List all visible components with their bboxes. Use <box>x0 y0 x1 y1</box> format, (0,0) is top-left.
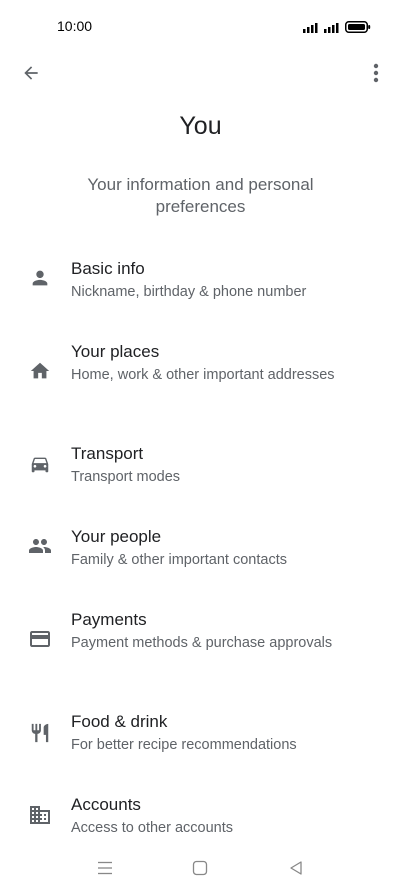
home-nav-button[interactable] <box>188 856 212 880</box>
square-icon <box>192 860 208 876</box>
menu-item-text: Payments Payment methods & purchase appr… <box>71 609 381 653</box>
status-bar: 10:00 <box>0 0 401 52</box>
menu-item-title: Payments <box>71 610 147 629</box>
menu-item-text: Basic info Nickname, birthday & phone nu… <box>71 258 381 302</box>
menu-item-payments[interactable]: Payments Payment methods & purchase appr… <box>0 609 401 675</box>
menu-item-your-people[interactable]: Your people Family & other important con… <box>0 526 401 578</box>
more-options-button[interactable] <box>363 58 389 88</box>
menu-item-title: Transport <box>71 444 144 463</box>
menu-item-title: Accounts <box>71 795 141 814</box>
menu-item-accounts[interactable]: Accounts Access to other accounts <box>0 794 401 846</box>
restaurant-icon <box>27 720 53 746</box>
signal-icon <box>303 20 319 38</box>
app-bar <box>0 52 401 92</box>
menu-item-title: Your places <box>71 342 160 361</box>
menu-item-text: Your people Family & other important con… <box>71 526 381 570</box>
menu-item-transport[interactable]: Transport Transport modes <box>0 443 401 495</box>
home-icon <box>27 358 53 384</box>
menu-item-your-places[interactable]: Your places Home, work & other important… <box>0 341 401 407</box>
menu-item-description: Home, work & other important addresses <box>71 367 335 383</box>
status-icons <box>303 20 371 38</box>
menu-lines-icon <box>98 861 112 875</box>
credit-card-icon <box>27 626 53 652</box>
person-icon <box>27 265 53 291</box>
menu-item-text: Transport Transport modes <box>71 443 381 487</box>
people-icon <box>27 533 53 559</box>
menu-nav-button[interactable] <box>93 856 117 880</box>
menu-item-description: Access to other accounts <box>71 820 233 836</box>
menu-item-description: For better recipe recommendations <box>71 737 297 753</box>
system-nav-bar <box>0 844 401 892</box>
page-subtitle: Your information and personal preference… <box>87 175 314 216</box>
menu-item-description: Family & other important contacts <box>71 552 287 568</box>
triangle-back-icon <box>290 861 302 875</box>
more-vert-icon <box>373 63 379 83</box>
business-icon <box>27 802 53 828</box>
menu-item-title: Your people <box>71 527 162 546</box>
status-time: 10:00 <box>57 18 93 34</box>
menu-item-title: Food & drink <box>71 712 168 731</box>
menu-item-description: Nickname, birthday & phone number <box>71 284 307 300</box>
menu-item-text: Food & drink For better recipe recommend… <box>71 711 381 755</box>
menu-item-description: Transport modes <box>71 469 181 485</box>
back-button[interactable] <box>16 58 46 88</box>
signal-icon <box>324 20 340 38</box>
back-nav-button[interactable] <box>284 856 308 880</box>
menu-item-description: Payment methods & purchase approvals <box>71 635 333 651</box>
menu-item-title: Basic info <box>71 259 145 278</box>
menu-item-text: Your places Home, work & other important… <box>71 341 381 385</box>
arrow-back-icon <box>24 66 38 80</box>
page-title: You <box>179 112 222 140</box>
menu-item-food-drink[interactable]: Food & drink For better recipe recommend… <box>0 711 401 763</box>
battery-icon <box>345 20 371 38</box>
menu-item-basic-info[interactable]: Basic info Nickname, birthday & phone nu… <box>0 258 401 310</box>
car-icon <box>27 451 53 477</box>
menu-item-text: Accounts Access to other accounts <box>71 794 381 838</box>
